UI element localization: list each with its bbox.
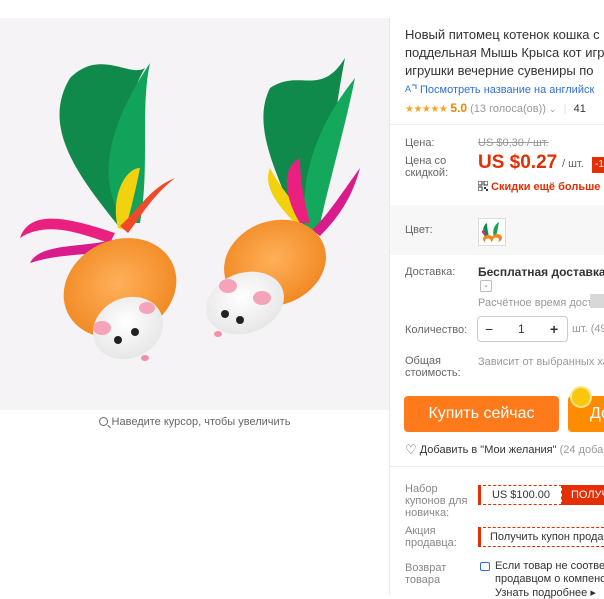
product-title-line-3: игрушки вечерние сувениры по — [405, 63, 594, 78]
heart-icon: ♡ — [405, 442, 417, 457]
returns-text-line-2: продавцом о компенс — [495, 573, 604, 585]
price-unit: / шт. — [562, 158, 584, 170]
shipping-dropdown-icon[interactable]: ⌄ — [480, 280, 492, 292]
shipping-label: Доставка: — [405, 266, 456, 278]
promo-link[interactable]: Скидки ещё больше в — [477, 180, 604, 193]
newbie-coupon-label-line-1: Набор — [405, 483, 438, 495]
divider — [390, 466, 604, 467]
seller-promo-label-line-2: продавца: — [405, 537, 457, 549]
divider-bar: | — [563, 103, 567, 115]
newbie-coupon-label-line-2: купонов для — [405, 495, 468, 507]
color-swatch[interactable] — [478, 218, 506, 246]
quantity-input[interactable]: 1 — [518, 322, 525, 336]
divider — [390, 124, 604, 125]
svg-text:A: A — [405, 84, 411, 94]
sale-price-label-line-1: Цена со — [405, 155, 447, 167]
qr-code-icon — [477, 180, 489, 192]
wishlist-link[interactable]: ♡ Добавить в "Мои желания" (24 доба — [405, 442, 603, 458]
newbie-coupon-amount: US $100.00 — [478, 485, 562, 505]
rating-votes: (13 голоса(ов)) — [470, 103, 546, 115]
translate-title-text: Посмотреть название на английск — [420, 84, 595, 96]
zoom-hint-text: Наведите курсор, чтобы увеличить — [111, 416, 291, 428]
quantity-stepper[interactable]: − 1 + — [477, 316, 568, 342]
quantity-minus-button[interactable]: − — [485, 321, 493, 337]
translate-title-link[interactable]: A Посмотреть название на английск — [405, 83, 594, 96]
zoom-hint: Наведите курсор, чтобы увеличить — [0, 416, 389, 428]
seller-coupon-button[interactable]: Получить купон прода — [478, 527, 604, 547]
newbie-coupon-get-button[interactable]: ПОЛУЧ — [562, 485, 604, 505]
orders-count: 41 — [573, 103, 586, 115]
total-label-line-1: Общая — [405, 355, 441, 367]
price-label: Цена: — [405, 137, 435, 149]
returns-label-line-1: Возврат — [405, 562, 447, 574]
discount-badge: -1 — [592, 157, 604, 173]
wishlist-text: Добавить в "Мои желания" — [419, 444, 557, 456]
color-label: Цвет: — [405, 224, 433, 236]
newbie-coupon-label-line-3: новичка: — [405, 507, 450, 519]
promo-text: Скидки ещё больше в — [491, 181, 604, 193]
total-label-line-2: стоимость: — [405, 367, 461, 379]
rating-score: 5.0 — [450, 101, 468, 115]
return-policy-icon — [480, 562, 490, 571]
magnifier-icon — [98, 417, 108, 426]
wishlist-count: (24 доба — [559, 444, 604, 456]
shipping-estimate: Расчётное время доставк — [478, 297, 604, 309]
quantity-available: шт. (49 — [572, 323, 604, 335]
rating-row[interactable]: ★★★★★ 5.0 (13 голоса(ов)) ⌄ | 41 — [405, 101, 586, 115]
returns-text-line-1: Если товар не соответ — [495, 560, 604, 572]
total-value: Зависит от выбранных ха — [478, 356, 604, 368]
product-title-line-2: поддельная Мышь Крыса кот игр — [405, 45, 604, 60]
returns-learn-more-link[interactable]: Узнать подробнее ▸ — [495, 586, 596, 599]
column-divider — [389, 18, 390, 595]
coin-icon — [570, 386, 592, 408]
original-price: US $0,30 / шт. — [478, 137, 549, 149]
chevron-down-icon: ⌄ — [549, 104, 557, 114]
seller-promo-label-line-1: Акция — [405, 525, 436, 537]
shipping-value: Бесплатная доставка в — [478, 265, 604, 279]
rating-stars: ★★★★★ — [405, 104, 448, 115]
product-title-line-1: Новый питомец котенок кошка с — [405, 27, 600, 42]
translate-icon: A — [405, 83, 417, 94]
buy-now-button[interactable]: Купить сейчас — [404, 396, 559, 432]
quantity-label: Количество: — [405, 324, 468, 336]
product-image[interactable] — [0, 18, 389, 410]
sale-price: US $0.27 — [478, 152, 558, 173]
quantity-plus-button[interactable]: + — [550, 321, 558, 337]
returns-label-line-2: товара — [405, 574, 441, 586]
sale-price-label-line-2: скидкой: — [405, 167, 449, 179]
shipping-scroll-handle[interactable] — [590, 294, 604, 308]
